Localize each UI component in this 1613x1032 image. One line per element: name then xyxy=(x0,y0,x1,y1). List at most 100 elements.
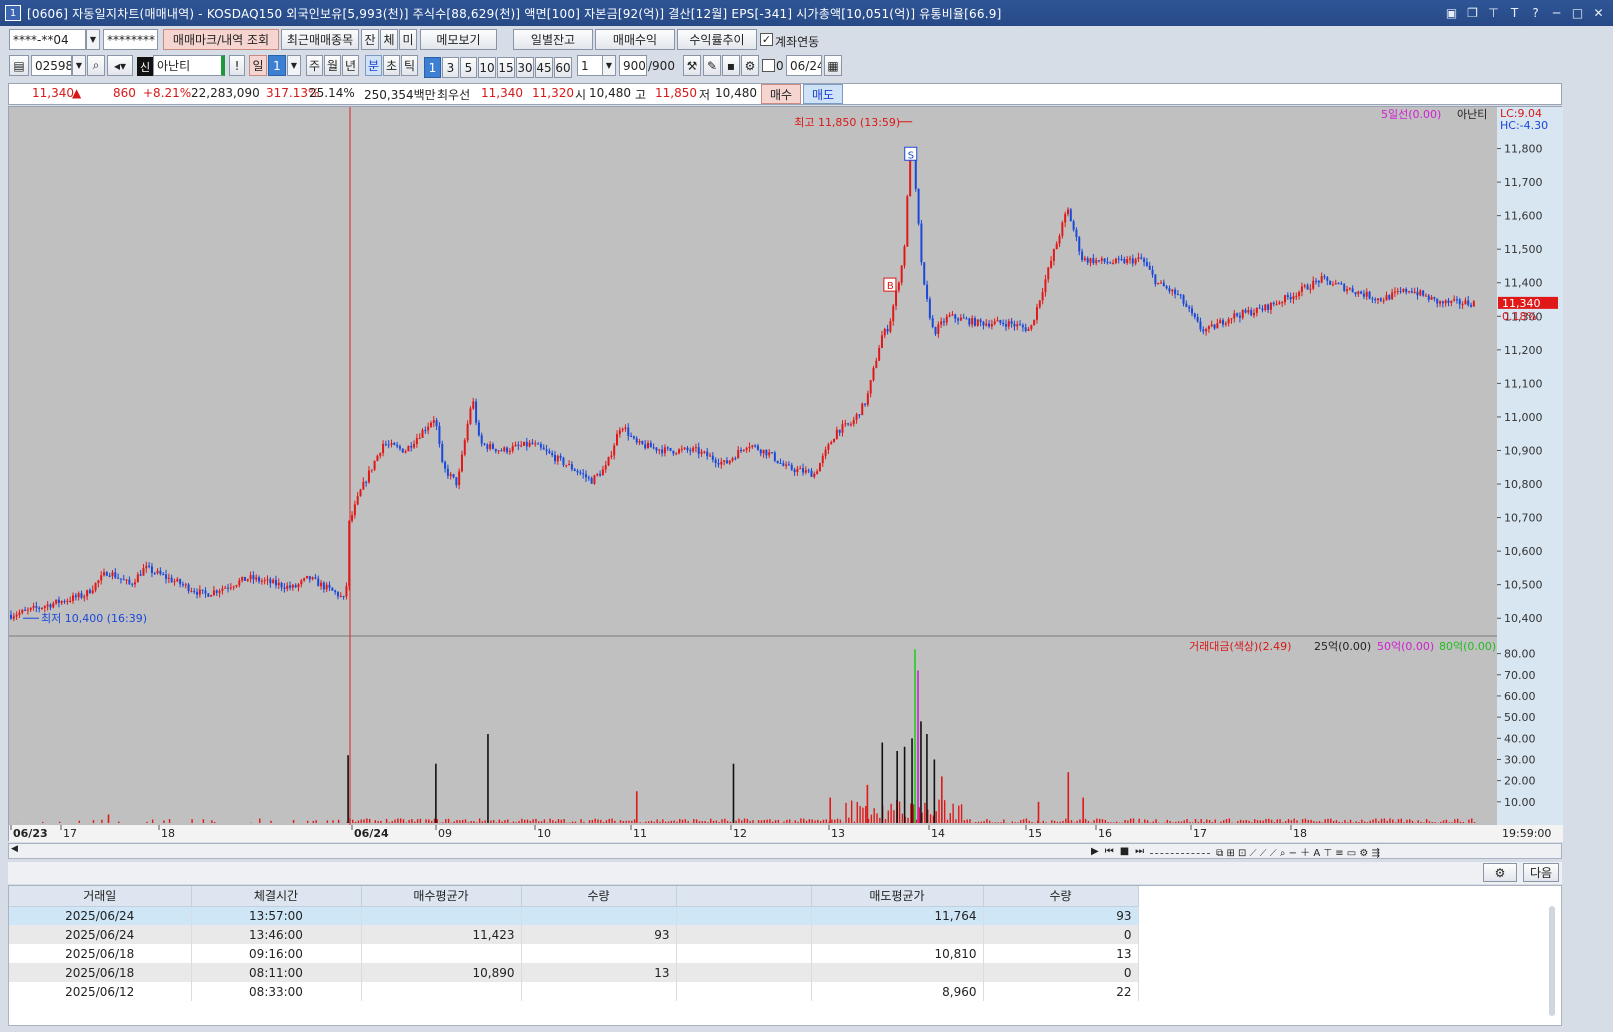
interval-45-button[interactable]: 45 xyxy=(535,57,553,78)
table-row[interactable]: 2025/06/12 08:33:00 8,960 22 xyxy=(9,982,1139,1001)
table-settings-icon[interactable]: ⚙ xyxy=(1483,863,1517,882)
tool-icon[interactable]: ✎ xyxy=(703,55,721,76)
stock-code-field[interactable]: 025980 xyxy=(31,55,72,76)
stock-name-field[interactable]: 아난티 xyxy=(153,55,225,76)
candle xyxy=(12,616,15,619)
col-header[interactable] xyxy=(676,886,812,907)
password-field[interactable]: ******** xyxy=(103,29,158,50)
table-scrollbar[interactable] xyxy=(1549,906,1555,1016)
close-icon[interactable]: ✕ xyxy=(1590,4,1607,21)
count-field[interactable]: 900 xyxy=(619,55,647,76)
period-second-button[interactable]: 초 xyxy=(383,55,400,76)
buy-button[interactable]: 매수 xyxy=(761,84,801,104)
search-icon[interactable]: ⌕ xyxy=(87,55,105,76)
account-dropdown-icon[interactable]: ▼ xyxy=(86,29,100,50)
forward-icon[interactable]: ⏭ xyxy=(1135,846,1144,857)
table-row[interactable]: 2025/06/24 13:46:00 11,423 93 0 xyxy=(9,925,1139,944)
candle xyxy=(1219,320,1222,324)
sell-button[interactable]: 매도 xyxy=(803,84,843,104)
scroll-left-icon[interactable]: ◀ xyxy=(11,844,18,854)
filled-button[interactable]: 체 xyxy=(380,29,398,50)
zoom-slider[interactable] xyxy=(1150,848,1211,854)
maximize-icon[interactable]: □ xyxy=(1569,4,1586,21)
yield-trend-button[interactable]: 수익률추이 xyxy=(677,29,757,50)
table-cell xyxy=(521,944,677,963)
balance-button[interactable]: 잔 xyxy=(361,29,379,50)
stop-icon[interactable]: ■ xyxy=(1120,846,1129,857)
candle xyxy=(954,314,957,319)
screen-menu-icon[interactable]: ▤ xyxy=(9,55,29,76)
candle xyxy=(452,474,455,478)
period-month-button[interactable]: 월 xyxy=(324,55,341,76)
table-row[interactable]: 2025/06/24 13:57:00 11,764 93 xyxy=(9,906,1139,925)
font-icon[interactable]: T xyxy=(1506,4,1523,21)
daily-balance-button[interactable]: 일별잔고 xyxy=(513,29,593,50)
minimize-icon[interactable]: ─ xyxy=(1548,4,1565,21)
account-link-checkbox[interactable]: ✓ xyxy=(760,33,773,46)
period-week-button[interactable]: 주 xyxy=(306,55,323,76)
volume-bar xyxy=(484,820,486,823)
price-volume-chart[interactable]: 11,80011,70011,60011,50011,40011,30011,2… xyxy=(9,107,1563,842)
candle xyxy=(1315,280,1318,282)
col-header[interactable]: 매수평균가 xyxy=(361,886,522,907)
period-day-button[interactable]: 일 xyxy=(249,55,267,76)
period-minute-button[interactable]: 분 xyxy=(365,55,382,76)
col-header[interactable]: 체결시간 xyxy=(191,886,362,907)
volume-bar xyxy=(1338,821,1340,823)
period-count-field[interactable]: 1 xyxy=(268,55,286,76)
restore-icon[interactable]: ❐ xyxy=(1464,4,1481,21)
table-row[interactable]: 2025/06/18 09:16:00 10,810 13 xyxy=(9,944,1139,963)
account-select[interactable]: ****-**04 xyxy=(9,29,86,50)
interval-30-button[interactable]: 30 xyxy=(516,57,534,78)
col-header[interactable]: 수량 xyxy=(521,886,677,907)
n-select[interactable]: 1 xyxy=(577,55,603,76)
volume-bar xyxy=(473,821,475,823)
help-icon[interactable]: ? xyxy=(1527,4,1544,21)
volume-bar xyxy=(777,819,780,823)
candle xyxy=(38,607,41,609)
period-year-button[interactable]: 년 xyxy=(342,55,359,76)
col-header[interactable]: 거래일 xyxy=(9,886,192,907)
col-header[interactable]: 수량 xyxy=(983,886,1139,907)
trade-profit-button[interactable]: 매매수익 xyxy=(595,29,675,50)
chart-area[interactable]: 11,800 11,700 11,600 11,500 11,400 11,300 11,2… xyxy=(8,106,1563,842)
next-button[interactable]: 다음 xyxy=(1523,863,1559,882)
chart-scrollbar[interactable]: ◀ ▶ ⏮ ■ ⏭ ⧉ ⊞ ⊡ ⟋ ⟋ ⟋ ⌕ − ＋ A ⊤ ≡ ▭ ⚙ ⇶ xyxy=(8,843,1562,859)
interval-10-button[interactable]: 10 xyxy=(478,57,496,78)
volume-bar xyxy=(850,800,853,823)
period-dropdown-icon[interactable]: ▼ xyxy=(287,55,301,76)
date-checkbox[interactable] xyxy=(762,59,775,72)
layout-icon[interactable]: ▣ xyxy=(1443,4,1460,21)
interval-60-button[interactable]: 60 xyxy=(554,57,572,78)
n-dropdown-icon[interactable]: ▼ xyxy=(602,55,616,76)
col-header[interactable]: 매도평균가 xyxy=(811,886,984,907)
scroll-right-icon[interactable]: ▶ xyxy=(1091,846,1099,857)
memo-button[interactable]: 메모보기 xyxy=(420,29,497,50)
interval-3-button[interactable]: 3 xyxy=(442,57,459,78)
low-label: 저 xyxy=(699,88,711,102)
rewind-icon[interactable]: ⏮ xyxy=(1105,846,1114,857)
volume-bar xyxy=(1321,822,1324,823)
date-field[interactable]: 06/24 xyxy=(786,55,822,76)
candle xyxy=(184,584,187,586)
marks-query-button[interactable]: 매매마크/내역 조회 xyxy=(163,29,279,50)
candle xyxy=(1385,295,1388,301)
interval-15-button[interactable]: 15 xyxy=(497,57,515,78)
calendar-icon[interactable]: ▦ xyxy=(824,55,842,76)
alert-button[interactable]: ! xyxy=(229,55,245,76)
recent-stocks-button[interactable]: 최근매매종목 xyxy=(281,29,359,50)
chart-tools-icon[interactable]: ⧉ ⊞ ⊡ ⟋ ⟋ ⟋ ⌕ − ＋ A ⊤ ≡ ▭ ⚙ ⇶ xyxy=(1216,844,1380,859)
code-dropdown-icon[interactable]: ▼ xyxy=(72,55,86,76)
unfilled-button[interactable]: 미 xyxy=(399,29,417,50)
interval-5-button[interactable]: 5 xyxy=(460,57,477,78)
table-row[interactable]: 2025/06/18 08:11:00 10,890 13 0 xyxy=(9,963,1139,982)
pin-icon[interactable]: ⊤ xyxy=(1485,4,1502,21)
period-tick-button[interactable]: 틱 xyxy=(401,55,418,76)
gear-icon[interactable]: ⚙ xyxy=(741,55,759,76)
indicator-add-icon[interactable]: ⚒ xyxy=(683,55,701,76)
candle xyxy=(367,470,370,483)
app-icon[interactable]: 1 xyxy=(5,5,21,21)
speaker-icon[interactable]: ◂▾ xyxy=(107,55,133,76)
save-icon[interactable]: ▪ xyxy=(722,55,740,76)
interval-1-button[interactable]: 1 xyxy=(424,57,441,78)
